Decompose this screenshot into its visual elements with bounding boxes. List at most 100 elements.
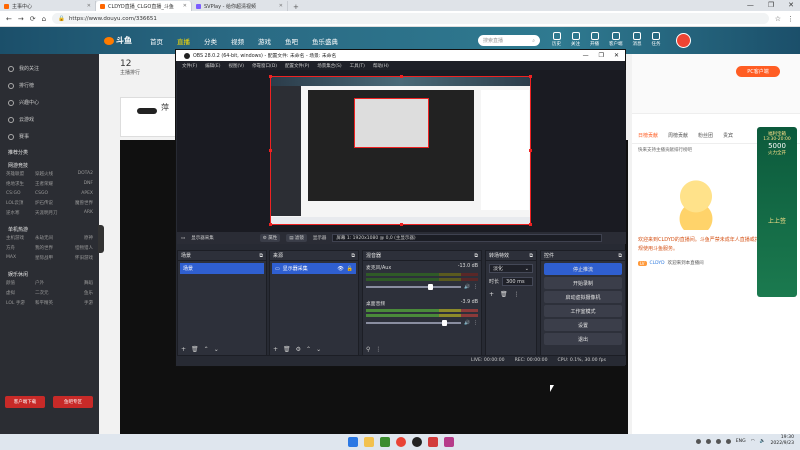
start-recording-button[interactable]: 开始录制 — [544, 277, 622, 289]
resize-handle[interactable] — [269, 149, 272, 152]
tab-vip[interactable]: 贵宾 — [723, 132, 733, 139]
undock-icon[interactable]: ⧉ — [529, 253, 533, 259]
nav-item[interactable]: 分类 — [204, 36, 217, 46]
category-link[interactable]: 颜值 — [6, 280, 35, 286]
resize-handle[interactable] — [529, 149, 532, 152]
gear-icon[interactable]: ⚙ — [296, 346, 301, 353]
menu-icon[interactable]: ⋮ — [787, 15, 794, 23]
stop-stream-button[interactable]: 停止推流 — [544, 263, 622, 275]
tab-fans[interactable]: 粉丝团 — [698, 132, 713, 139]
reload-button[interactable]: ⟳ — [30, 15, 36, 23]
studio-mode-button[interactable]: 工作室模式 — [544, 305, 622, 317]
task-button[interactable]: 任务 — [652, 32, 661, 47]
category-link[interactable]: 天涯明月刀 — [35, 210, 64, 216]
star-icon[interactable]: ☆ — [775, 15, 781, 23]
move-up-icon[interactable]: ⌃ — [204, 346, 209, 353]
category-link[interactable]: 虚拟 — [6, 290, 35, 296]
search-icon[interactable]: ⌕ — [532, 38, 535, 44]
client-download-button[interactable]: 客户端下载 — [5, 396, 45, 408]
nav-item[interactable]: 首页 — [150, 36, 163, 46]
undock-icon[interactable]: ⧉ — [351, 253, 355, 259]
search-input[interactable]: 搜索直播 ⌕ — [478, 35, 540, 46]
nav-item[interactable]: 游戏 — [258, 36, 271, 46]
follow-button[interactable]: 关注 — [571, 32, 580, 47]
category-link[interactable]: 舞蹈 — [64, 280, 93, 286]
forward-button[interactable]: → — [18, 15, 24, 23]
browser-tab[interactable]: SVPlay - 给你超清视频 ✕ — [192, 1, 288, 11]
category-link[interactable]: 星际战甲 — [35, 255, 64, 261]
obs-menu-item[interactable]: 停靠窗口(D) — [252, 63, 277, 69]
url-input[interactable]: 🔒 https://www.douyu.com/336651 — [52, 13, 769, 24]
message-button[interactable]: 消息 — [633, 32, 642, 47]
obs-menu-item[interactable]: 视图(V) — [228, 63, 244, 69]
home-button[interactable]: ⌂ — [42, 15, 46, 23]
nav-item[interactable]: 鱼乐盛典 — [312, 36, 338, 46]
undock-icon[interactable]: ⧉ — [259, 253, 263, 259]
category-link[interactable]: 怀旧游戏 — [64, 255, 93, 261]
client-button[interactable]: 客户端 — [609, 32, 623, 47]
delete-icon[interactable]: 🗑 — [283, 346, 291, 353]
resize-handle[interactable] — [529, 223, 532, 226]
chrome-icon[interactable] — [396, 437, 406, 447]
minimize-button[interactable]: — — [583, 52, 589, 59]
tray-icon[interactable] — [695, 438, 701, 444]
pc-client-button[interactable]: PC客户端 — [736, 66, 780, 77]
slider-knob[interactable] — [427, 284, 433, 290]
add-icon[interactable]: + — [489, 291, 494, 298]
volume-icon[interactable]: 🔈 — [760, 439, 766, 444]
category-link[interactable]: 方舟 — [6, 245, 35, 251]
sidebar-item-cloud-game[interactable]: 云游戏 — [0, 111, 99, 128]
close-icon[interactable]: ✕ — [183, 3, 187, 9]
obs-menu-item[interactable]: 编辑(E) — [205, 63, 220, 69]
more-icon[interactable]: ⋮ — [514, 291, 520, 298]
lock-icon[interactable]: 🔓 — [347, 266, 353, 272]
resize-handle[interactable] — [529, 75, 532, 78]
close-window-button[interactable]: ✕ — [788, 1, 794, 9]
category-link[interactable]: 绝地求生 — [6, 181, 35, 187]
category-link[interactable]: 主机游戏 — [6, 235, 35, 241]
more-icon[interactable]: ⋮ — [375, 346, 381, 353]
category-link[interactable]: 和平精英 — [35, 300, 64, 306]
scene-item[interactable]: 场景 — [180, 263, 264, 274]
sidebar-item-rank[interactable]: 排行榜 — [0, 77, 99, 94]
tray-icon[interactable] — [705, 438, 711, 444]
store-icon[interactable] — [380, 437, 390, 447]
link-icon[interactable]: ⚲ — [366, 346, 370, 353]
move-down-icon[interactable]: ⌄ — [214, 346, 219, 353]
undock-icon[interactable]: ⧉ — [618, 253, 622, 259]
category-link[interactable]: MAX — [6, 255, 35, 261]
category-link[interactable]: 逆水寒 — [6, 210, 35, 216]
category-link[interactable]: CSGO — [35, 191, 64, 196]
category-link[interactable]: LOL云顶 — [6, 200, 35, 206]
nav-item[interactable]: 鱼吧 — [285, 36, 298, 46]
close-window-button[interactable]: ✕ — [614, 52, 619, 59]
obs-icon[interactable] — [412, 437, 422, 447]
sidebar-item-events[interactable]: 赛事 — [0, 128, 99, 145]
maximize-button[interactable]: ❐ — [599, 52, 604, 59]
file-explorer-icon[interactable] — [364, 437, 374, 447]
start-stream-button[interactable]: 开播 — [590, 32, 599, 47]
obs-preview[interactable] — [177, 70, 626, 232]
virtual-camera-button[interactable]: 启动虚拟摄像机 — [544, 291, 622, 303]
nav-item-active[interactable]: 直播 — [177, 36, 190, 46]
category-link[interactable]: 炉石传说 — [35, 200, 64, 206]
site-logo[interactable]: 斗鱼 — [104, 35, 132, 46]
obs-menu-item[interactable]: 帮助(H) — [373, 63, 389, 69]
tray-icon[interactable] — [725, 438, 731, 444]
category-link[interactable]: CS:GO — [6, 191, 35, 196]
delete-icon[interactable]: 🗑 — [500, 291, 508, 298]
category-link[interactable]: 魔兽世界 — [64, 200, 93, 206]
add-icon[interactable]: + — [273, 346, 278, 353]
avatar[interactable] — [676, 33, 691, 48]
properties-button[interactable]: ⚙ 属性 — [259, 234, 281, 242]
resize-handle[interactable] — [400, 75, 403, 78]
windows-start-icon[interactable] — [348, 437, 358, 447]
volume-slider[interactable]: 🔊 ⋮ — [366, 320, 478, 326]
new-tab-button[interactable]: + — [288, 3, 304, 11]
display-select[interactable]: 屏幕 1: 1920x1080 @ 0,0 (主显示器) — [332, 234, 603, 242]
browser-tab-active[interactable]: CLDYD直播_CLGO直播_斗鱼 ✕ — [96, 1, 192, 11]
clock[interactable]: 19:30 2022/9/23 — [770, 435, 794, 447]
category-link[interactable]: 户外 — [35, 280, 64, 286]
exit-button[interactable]: 退出 — [544, 333, 622, 345]
undock-icon[interactable]: ⧉ — [474, 253, 478, 259]
